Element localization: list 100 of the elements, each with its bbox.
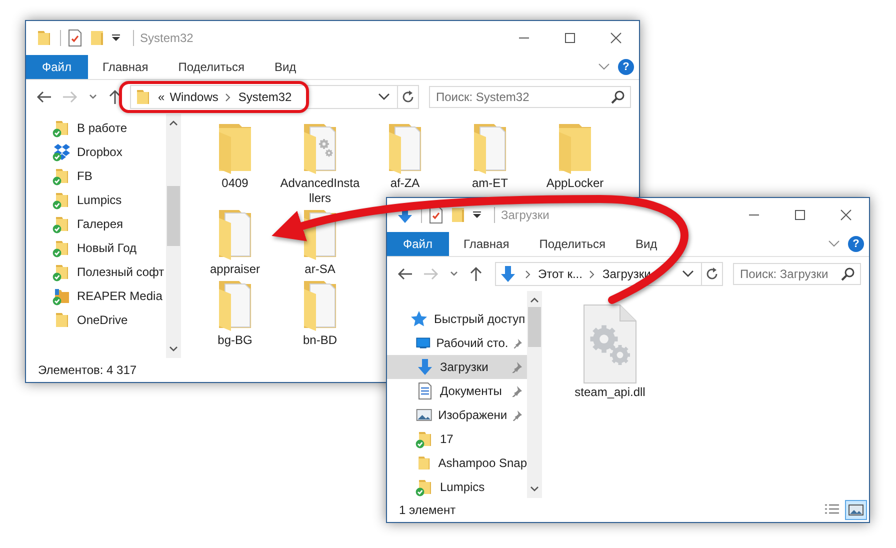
file-name[interactable]: am-ET bbox=[472, 176, 508, 191]
ribbon-tab[interactable]: Вид bbox=[259, 55, 312, 79]
nav-item[interactable]: Новый Год bbox=[26, 236, 166, 260]
nav-item[interactable]: Ashampoo Snap bbox=[387, 451, 527, 475]
breadcrumb[interactable]: System32 bbox=[238, 90, 292, 104]
nav-item[interactable]: Рабочий сто. bbox=[387, 331, 527, 355]
file-name[interactable]: bn-BD bbox=[302, 333, 337, 348]
chevron-icon bbox=[589, 270, 596, 278]
window-title: System32 bbox=[140, 31, 194, 45]
file-name[interactable]: ar-SA bbox=[304, 262, 336, 277]
nav-item[interactable]: Изображени bbox=[387, 403, 527, 427]
nav-item[interactable]: Документы bbox=[387, 379, 527, 403]
recent-dropdown-icon[interactable] bbox=[88, 93, 98, 101]
pin-icon[interactable] bbox=[511, 385, 523, 397]
scroll-up-icon[interactable] bbox=[530, 297, 539, 303]
ribbon-tab[interactable]: Поделиться bbox=[163, 55, 260, 79]
scroll-thumb[interactable] bbox=[528, 307, 541, 347]
back-icon[interactable] bbox=[36, 90, 52, 104]
breadcrumb[interactable]: Загрузки bbox=[602, 267, 651, 281]
nav-label: В работе bbox=[77, 121, 128, 135]
nav-item[interactable]: FB bbox=[26, 164, 166, 188]
nav-label: Dropbox bbox=[77, 145, 122, 159]
up-icon[interactable] bbox=[469, 266, 483, 282]
pin-icon[interactable] bbox=[513, 337, 523, 349]
status-text: Элементов: 4 317 bbox=[38, 363, 137, 377]
nav-item[interactable]: Dropbox bbox=[26, 140, 166, 164]
nav-label: Lumpics bbox=[440, 480, 485, 494]
nav-item[interactable]: В работе bbox=[26, 116, 166, 140]
dropdown-icon[interactable] bbox=[472, 210, 482, 220]
nav-item[interactable]: 17 bbox=[387, 427, 527, 451]
file-name[interactable]: steam_api.dll bbox=[574, 385, 646, 400]
nav-item[interactable]: Быстрый доступ bbox=[387, 307, 527, 331]
nav-label: 17 bbox=[440, 432, 454, 446]
file-name[interactable]: 0409 bbox=[222, 176, 248, 191]
close-icon bbox=[840, 209, 852, 221]
address-dropdown-icon[interactable] bbox=[378, 93, 390, 101]
refresh-icon[interactable] bbox=[705, 267, 719, 281]
recent-dropdown-icon[interactable] bbox=[449, 270, 459, 278]
nav-label: Полезный софт bbox=[77, 265, 164, 279]
nav-item[interactable]: Галерея bbox=[26, 212, 166, 236]
breadcrumb[interactable]: Windows bbox=[170, 90, 218, 104]
ribbon-tab[interactable]: Главная bbox=[88, 55, 164, 79]
address-bar[interactable]: « Windows System32 bbox=[130, 85, 419, 109]
search-field[interactable]: Поиск: System32 bbox=[429, 86, 631, 108]
nav-item[interactable]: Lumpics bbox=[26, 188, 166, 212]
nav-label: OneDrive bbox=[77, 313, 128, 327]
nav-label: Загрузки bbox=[440, 360, 488, 374]
chevron-icon bbox=[525, 270, 531, 278]
ribbon-tab[interactable]: Главная bbox=[448, 232, 524, 256]
scroll-down-icon[interactable] bbox=[530, 486, 539, 492]
search-icon[interactable] bbox=[841, 267, 855, 281]
breadcrumb[interactable]: Этот к... bbox=[538, 267, 582, 281]
help-icon[interactable]: ? bbox=[618, 59, 634, 75]
scrollbar[interactable] bbox=[166, 114, 181, 358]
window-title: Загрузки bbox=[501, 208, 550, 222]
nav-label: FB bbox=[77, 169, 92, 183]
nav-item[interactable]: Загрузки bbox=[387, 355, 527, 379]
picture-icon bbox=[848, 503, 864, 517]
file-name[interactable]: bg-BG bbox=[218, 333, 252, 348]
scrollbar[interactable] bbox=[527, 291, 542, 498]
file-name[interactable]: AppLocker bbox=[546, 176, 604, 191]
scroll-down-icon[interactable] bbox=[169, 346, 178, 352]
nav-item[interactable]: OneDrive bbox=[26, 308, 166, 332]
nav-item[interactable]: REAPER Media bbox=[26, 284, 166, 308]
nav-item[interactable]: Полезный софт bbox=[26, 260, 166, 284]
search-icon[interactable] bbox=[611, 90, 625, 104]
close-icon bbox=[610, 32, 622, 44]
nav-label: Изображени bbox=[438, 408, 508, 422]
properties-icon[interactable] bbox=[428, 206, 444, 224]
file-name[interactable]: af-ZA bbox=[390, 176, 420, 191]
expand-ribbon-icon[interactable] bbox=[828, 240, 840, 248]
dropdown-icon[interactable] bbox=[111, 33, 121, 43]
chevron-icon bbox=[225, 92, 232, 102]
file-name[interactable]: appraiser bbox=[210, 262, 260, 277]
ribbon-tab[interactable]: Поделиться bbox=[524, 232, 620, 256]
pin-icon[interactable] bbox=[512, 409, 523, 421]
address-bar[interactable]: Этот к... Загрузки bbox=[495, 262, 723, 286]
breadcrumb[interactable]: « bbox=[158, 90, 165, 104]
back-icon[interactable] bbox=[397, 267, 413, 281]
scroll-thumb[interactable] bbox=[167, 186, 180, 246]
ribbon-tab[interactable]: Вид bbox=[620, 232, 672, 256]
nav-label: Документы bbox=[440, 384, 502, 398]
scroll-up-icon[interactable] bbox=[169, 120, 178, 126]
pin-icon[interactable] bbox=[511, 361, 523, 373]
address-dropdown-icon[interactable] bbox=[682, 270, 694, 278]
expand-ribbon-icon[interactable] bbox=[598, 63, 610, 71]
nav-item[interactable]: Lumpics bbox=[387, 475, 527, 498]
large-icons-view-button[interactable] bbox=[845, 500, 867, 520]
ribbon-tab[interactable]: Файл bbox=[26, 55, 88, 79]
search-field[interactable]: Поиск: Загрузки bbox=[733, 263, 861, 285]
file-name[interactable]: AdvancedInstallers bbox=[280, 176, 360, 206]
new-folder-icon[interactable] bbox=[450, 206, 466, 224]
ribbon-tab[interactable]: Файл bbox=[387, 232, 449, 256]
maximize-icon bbox=[564, 32, 576, 44]
help-icon[interactable]: ? bbox=[848, 236, 864, 252]
up-icon[interactable] bbox=[108, 89, 122, 105]
nav-label: Новый Год bbox=[77, 241, 136, 255]
refresh-icon[interactable] bbox=[401, 90, 415, 104]
nav-label: Галерея bbox=[77, 217, 124, 231]
properties-icon[interactable] bbox=[67, 29, 83, 47]
